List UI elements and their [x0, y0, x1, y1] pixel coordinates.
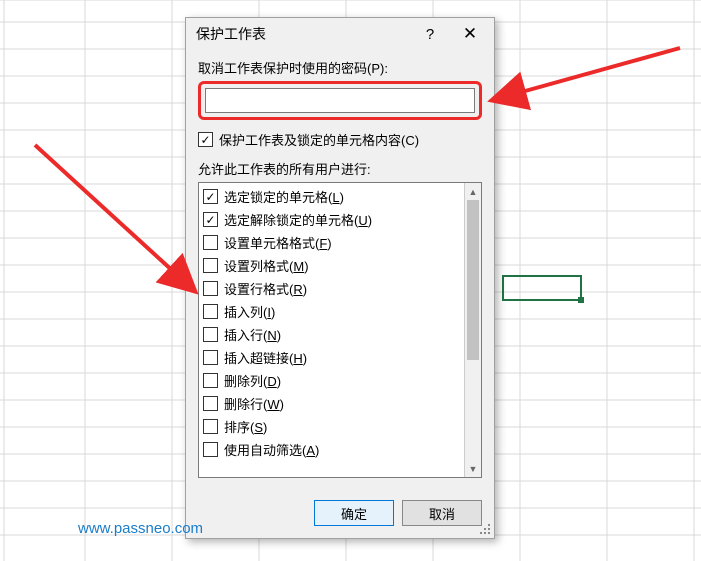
password-highlight: [198, 81, 482, 120]
permission-item[interactable]: 排序(S): [203, 415, 477, 438]
allow-label: 允许此工作表的所有用户进行:: [198, 159, 482, 178]
permission-label: 插入超链接(H): [224, 348, 307, 367]
permission-checkbox[interactable]: [203, 235, 218, 250]
permission-label: 排序(S): [224, 417, 267, 436]
permission-item[interactable]: 插入列(I): [203, 300, 477, 323]
help-button[interactable]: ?: [410, 20, 450, 48]
password-label: 取消工作表保护时使用的密码(P):: [198, 58, 482, 77]
active-cell[interactable]: [502, 275, 582, 301]
permission-label: 使用自动筛选(A): [224, 440, 319, 459]
protect-structure-row[interactable]: 保护工作表及锁定的单元格内容(C): [198, 130, 482, 149]
scroll-down-button[interactable]: ▼: [465, 460, 481, 477]
protect-structure-checkbox[interactable]: [198, 132, 213, 147]
password-input[interactable]: [205, 88, 475, 113]
permission-label: 选定解除锁定的单元格(U): [224, 210, 372, 229]
permission-checkbox[interactable]: [203, 189, 218, 204]
permissions-listbox: 选定锁定的单元格(L) 选定解除锁定的单元格(U) 设置单元格格式(F) 设置列格式(…: [198, 182, 482, 478]
permission-checkbox[interactable]: [203, 327, 218, 342]
watermark: www.passneo.com: [78, 520, 203, 537]
cancel-button[interactable]: 取消: [402, 500, 482, 526]
permission-checkbox[interactable]: [203, 258, 218, 273]
permission-checkbox[interactable]: [203, 442, 218, 457]
ok-button[interactable]: 确定: [314, 500, 394, 526]
permission-label: 删除行(W): [224, 394, 284, 413]
permission-label: 选定锁定的单元格(L): [224, 187, 344, 206]
resize-grip[interactable]: [480, 524, 492, 536]
scrollbar[interactable]: ▲ ▼: [464, 183, 481, 477]
dialog-titlebar: 保护工作表 ? ✕: [186, 18, 494, 50]
permission-item[interactable]: 使用自动筛选(A): [203, 438, 477, 461]
permission-checkbox[interactable]: [203, 373, 218, 388]
permission-item[interactable]: 设置列格式(M): [203, 254, 477, 277]
permission-item[interactable]: 删除列(D): [203, 369, 477, 392]
permission-checkbox[interactable]: [203, 304, 218, 319]
scroll-track[interactable]: [465, 200, 481, 460]
protect-sheet-dialog: 保护工作表 ? ✕ 取消工作表保护时使用的密码(P): 保护工作表及锁定的单元格…: [185, 17, 495, 539]
permission-item[interactable]: 插入行(N): [203, 323, 477, 346]
permission-item[interactable]: 选定锁定的单元格(L): [203, 185, 477, 208]
permission-item[interactable]: 删除行(W): [203, 392, 477, 415]
permission-label: 插入行(N): [224, 325, 281, 344]
permission-item[interactable]: 选定解除锁定的单元格(U): [203, 208, 477, 231]
permission-checkbox[interactable]: [203, 396, 218, 411]
permission-item[interactable]: 设置单元格格式(F): [203, 231, 477, 254]
permission-label: 插入列(I): [224, 302, 275, 321]
close-button[interactable]: ✕: [450, 20, 490, 48]
permission-label: 设置列格式(M): [224, 256, 309, 275]
permission-label: 设置单元格格式(F): [224, 233, 332, 252]
permission-checkbox[interactable]: [203, 350, 218, 365]
permission-label: 设置行格式(R): [224, 279, 307, 298]
permission-checkbox[interactable]: [203, 212, 218, 227]
dialog-button-row: 确定 取消: [186, 490, 494, 538]
dialog-title: 保护工作表: [196, 24, 410, 44]
permission-checkbox[interactable]: [203, 419, 218, 434]
permission-checkbox[interactable]: [203, 281, 218, 296]
scroll-up-button[interactable]: ▲: [465, 183, 481, 200]
permission-item[interactable]: 插入超链接(H): [203, 346, 477, 369]
permission-label: 删除列(D): [224, 371, 281, 390]
permission-item[interactable]: 设置行格式(R): [203, 277, 477, 300]
protect-structure-label: 保护工作表及锁定的单元格内容(C): [219, 130, 419, 149]
scroll-thumb[interactable]: [467, 200, 479, 360]
